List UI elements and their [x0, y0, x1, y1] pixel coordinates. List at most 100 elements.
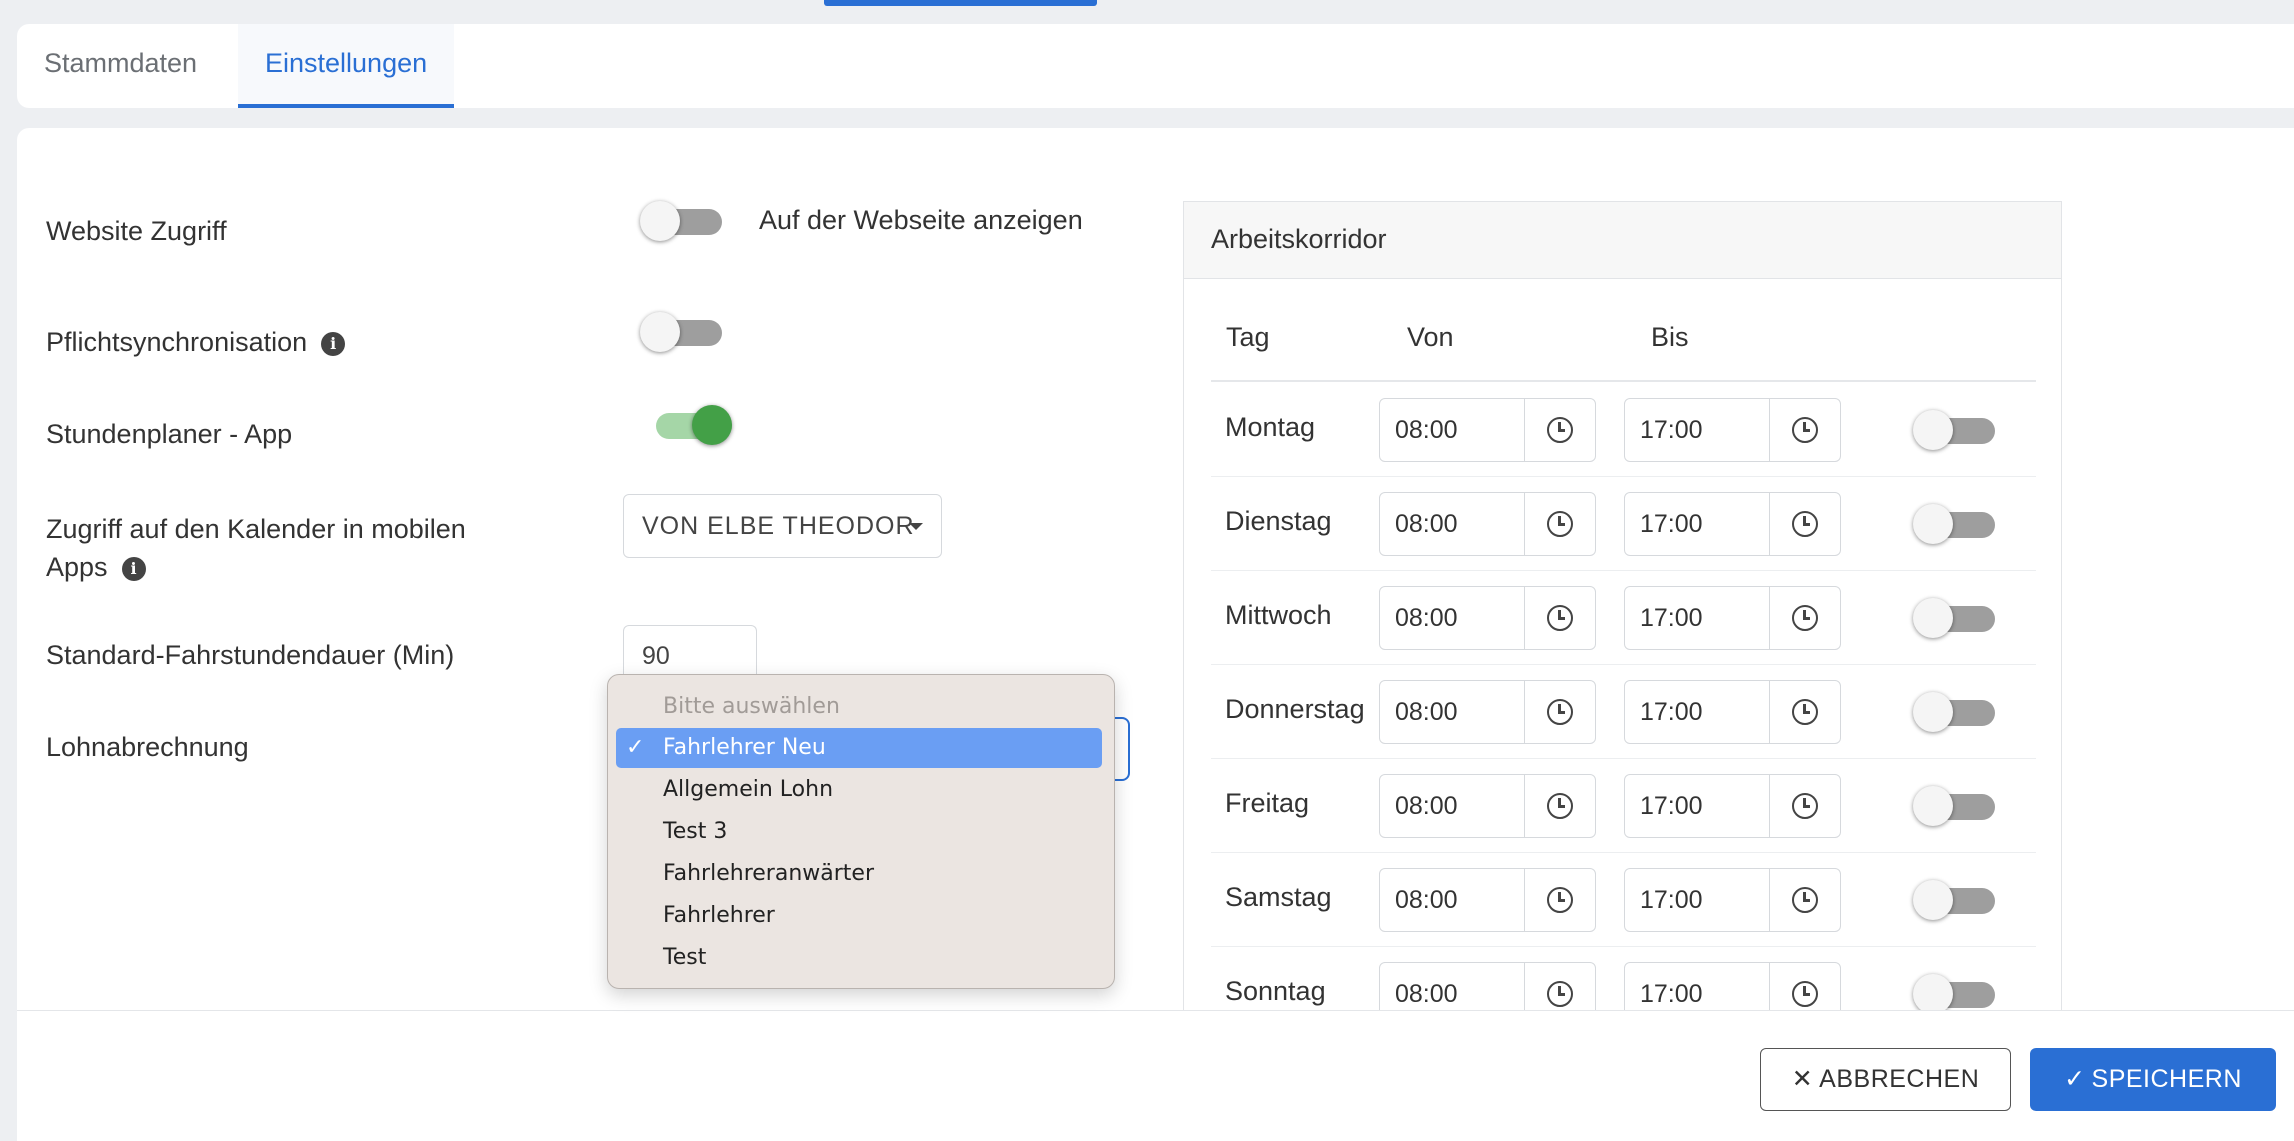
bis-time-input[interactable]: 17:00 [1624, 680, 1841, 744]
column-header-von: Von [1407, 322, 1454, 352]
clock-icon [1547, 417, 1573, 443]
clock-button[interactable] [1769, 399, 1840, 461]
day-toggle[interactable] [1913, 594, 1995, 642]
time-value: 08:00 [1395, 604, 1458, 632]
von-time-input[interactable]: 08:00 [1379, 586, 1596, 650]
von-time-input[interactable]: 08:00 [1379, 398, 1596, 462]
pflichtsync-label: Pflichtsynchronisation i [46, 327, 346, 358]
time-value: 17:00 [1640, 416, 1703, 444]
day-toggle[interactable] [1913, 406, 1995, 454]
toggle-knob [1913, 598, 1953, 638]
dropdown-option[interactable]: Fahrlehrer Neu [616, 728, 1102, 768]
dropdown-option[interactable]: Test 3 [616, 812, 1102, 852]
dropdown-placeholder: Bitte auswählen [663, 694, 840, 719]
von-time-input[interactable]: 08:00 [1379, 868, 1596, 932]
website-zugriff-toggle[interactable] [640, 197, 722, 245]
top-nav-active-indicator [824, 0, 1097, 6]
day-label: Donnerstag [1225, 694, 1365, 724]
toggle-knob [1913, 786, 1953, 826]
clock-button[interactable] [1524, 869, 1595, 931]
day-toggle[interactable] [1913, 970, 1995, 1010]
day-label: Montag [1225, 412, 1316, 442]
toggle-knob [640, 201, 680, 241]
info-icon[interactable]: i [121, 556, 146, 581]
clock-button[interactable] [1769, 963, 1840, 1010]
save-button[interactable]: ✓ SPEICHERN [2030, 1048, 2276, 1111]
time-value: 17:00 [1640, 698, 1703, 726]
clock-button[interactable] [1524, 493, 1595, 555]
stundenplaner-toggle[interactable] [650, 401, 732, 449]
clock-icon [1792, 605, 1818, 631]
tab-stammdaten[interactable]: Stammdaten [17, 24, 224, 108]
day-toggle[interactable] [1913, 876, 1995, 924]
pflichtsync-label-text: Pflichtsynchronisation [46, 327, 308, 357]
tab-bar: Stammdaten Einstellungen [17, 24, 2294, 108]
dropdown-option[interactable]: Allgemein Lohn [616, 770, 1102, 810]
bis-time-input[interactable]: 17:00 [1624, 398, 1841, 462]
day-label: Sonntag [1225, 976, 1326, 1006]
toggle-knob [1913, 410, 1953, 450]
clock-button[interactable] [1524, 775, 1595, 837]
toggle-knob [1913, 504, 1953, 544]
day-toggle[interactable] [1913, 782, 1995, 830]
cancel-button[interactable]: ✕ ABBRECHEN [1760, 1048, 2011, 1111]
time-value: 17:00 [1640, 980, 1703, 1008]
clock-button[interactable] [1524, 963, 1595, 1010]
close-icon: ✕ [1791, 1065, 1814, 1093]
clock-icon [1547, 511, 1573, 537]
lohnabrechnung-dropdown: Bitte auswählen Fahrlehrer Neu Allgemein… [607, 674, 1115, 989]
von-time-input[interactable]: 08:00 [1379, 680, 1596, 744]
day-row-freitag: Freitag 08:00 17:00 [1211, 758, 2036, 853]
top-bar [0, 0, 2294, 8]
arbeitskorridor-panel: Arbeitskorridor Tag Von Bis Montag 08:00… [1183, 201, 2062, 1011]
time-value: 08:00 [1395, 416, 1458, 444]
kalender-select-value: VON ELBE THEODOR [642, 512, 915, 540]
dropdown-option[interactable]: Test [616, 938, 1102, 978]
time-value: 08:00 [1395, 698, 1458, 726]
clock-button[interactable] [1769, 587, 1840, 649]
toggle-knob [1913, 974, 1953, 1010]
clock-icon [1792, 417, 1818, 443]
clock-button[interactable] [1524, 399, 1595, 461]
bis-time-input[interactable]: 17:00 [1624, 774, 1841, 838]
kalender-label-line2: Apps [46, 552, 108, 582]
von-time-input[interactable]: 08:00 [1379, 962, 1596, 1010]
von-time-input[interactable]: 08:00 [1379, 774, 1596, 838]
dropdown-option[interactable]: Fahrlehreranwärter [616, 854, 1102, 894]
time-value: 08:00 [1395, 980, 1458, 1008]
clock-button[interactable] [1524, 681, 1595, 743]
pflichtsync-toggle[interactable] [640, 308, 722, 356]
day-label: Samstag [1225, 882, 1332, 912]
dropdown-option[interactable]: Fahrlehrer [616, 896, 1102, 936]
clock-button[interactable] [1769, 493, 1840, 555]
clock-button[interactable] [1769, 869, 1840, 931]
clock-button[interactable] [1524, 587, 1595, 649]
day-row-dienstag: Dienstag 08:00 17:00 [1211, 476, 2036, 571]
info-icon[interactable]: i [321, 331, 346, 356]
clock-button[interactable] [1769, 775, 1840, 837]
day-toggle[interactable] [1913, 500, 1995, 548]
column-header-tag: Tag [1226, 322, 1270, 352]
toggle-knob [1913, 692, 1953, 732]
clock-icon [1547, 793, 1573, 819]
check-icon: ✓ [2064, 1065, 2086, 1093]
day-row-montag: Montag 08:00 17:00 [1211, 382, 2036, 477]
clock-icon [1792, 511, 1818, 537]
day-toggle[interactable] [1913, 688, 1995, 736]
clock-button[interactable] [1769, 681, 1840, 743]
tab-einstellungen[interactable]: Einstellungen [238, 24, 455, 108]
day-row-donnerstag: Donnerstag 08:00 17:00 [1211, 664, 2036, 759]
bis-time-input[interactable]: 17:00 [1624, 492, 1841, 556]
lohnabrechnung-label: Lohnabrechnung [46, 732, 249, 762]
time-value: 17:00 [1640, 792, 1703, 820]
bis-time-input[interactable]: 17:00 [1624, 962, 1841, 1010]
kalender-select[interactable]: VON ELBE THEODOR [623, 494, 942, 558]
day-label: Freitag [1225, 788, 1310, 818]
caret-down-icon [909, 523, 923, 530]
kalender-label: Zugriff auf den Kalender in mobilen Apps… [46, 510, 466, 586]
bis-time-input[interactable]: 17:00 [1624, 586, 1841, 650]
bis-time-input[interactable]: 17:00 [1624, 868, 1841, 932]
fahrstundendauer-label: Standard-Fahrstundendauer (Min) [46, 640, 455, 670]
von-time-input[interactable]: 08:00 [1379, 492, 1596, 556]
toggle-knob [692, 405, 732, 445]
